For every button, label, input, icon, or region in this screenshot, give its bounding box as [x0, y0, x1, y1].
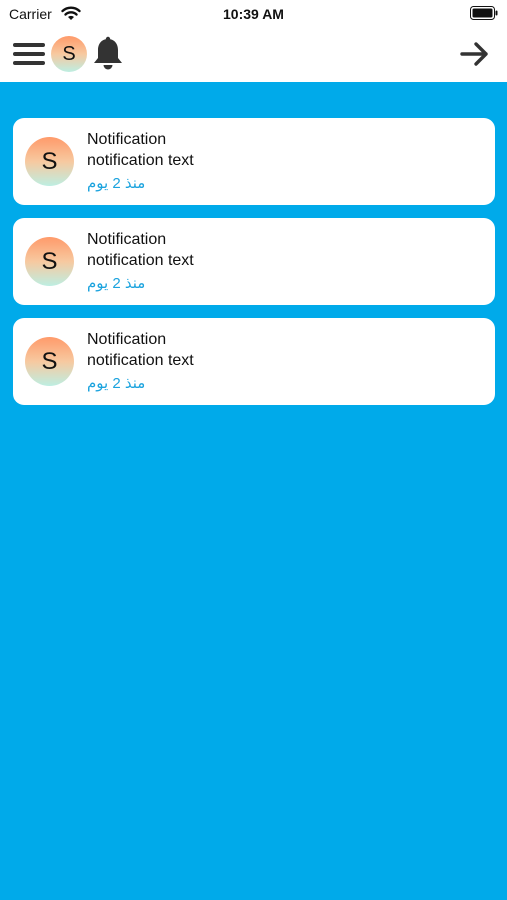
notification-title: Notification	[87, 231, 167, 248]
battery-icon	[470, 6, 498, 20]
user-avatar[interactable]: S	[51, 36, 87, 72]
notification-avatar: S	[25, 337, 74, 386]
hamburger-menu-icon[interactable]	[12, 40, 46, 68]
top-bar: Carrier 10:39 AM S	[0, 0, 507, 82]
avatar-letter: S	[41, 147, 58, 175]
notification-time: منذ 2 يوم	[87, 175, 146, 192]
avatar-letter: S	[62, 42, 76, 65]
notification-item[interactable]: S Notification notification text منذ 2 ي…	[13, 118, 495, 205]
notification-time: منذ 2 يوم	[87, 375, 146, 392]
notification-avatar: S	[25, 237, 74, 286]
notification-text: notification text	[87, 152, 194, 169]
bell-icon[interactable]	[91, 36, 125, 72]
notification-text: notification text	[87, 252, 194, 269]
status-bar: Carrier 10:39 AM	[0, 0, 507, 28]
notification-item[interactable]: S Notification notification text منذ 2 ي…	[13, 218, 495, 305]
notification-item[interactable]: S Notification notification text منذ 2 ي…	[13, 318, 495, 405]
avatar-letter: S	[41, 247, 58, 275]
notification-time: منذ 2 يوم	[87, 275, 146, 292]
nav-bar: S	[0, 30, 507, 78]
status-time: 10:39 AM	[223, 6, 284, 22]
notification-avatar: S	[25, 137, 74, 186]
notification-text: notification text	[87, 352, 194, 369]
notification-title: Notification	[87, 331, 167, 348]
notification-list: S Notification notification text منذ 2 ي…	[13, 118, 495, 418]
arrow-right-icon[interactable]	[459, 40, 491, 68]
avatar-letter: S	[41, 347, 58, 375]
notification-title: Notification	[87, 131, 167, 148]
